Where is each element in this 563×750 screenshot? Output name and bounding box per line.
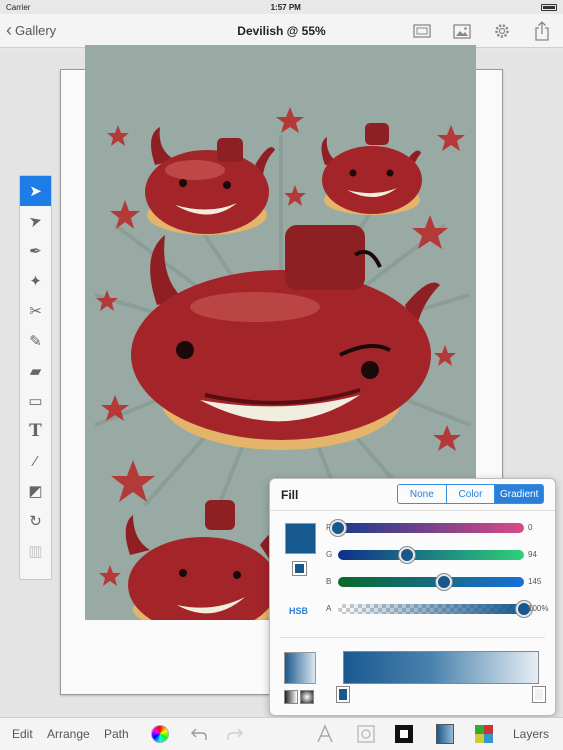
channel-value-r: 0 [528, 523, 533, 532]
gradient-stop-end[interactable] [532, 686, 546, 703]
text-tool-icon[interactable]: T [20, 416, 51, 446]
rotate-tool-icon[interactable]: ↻ [20, 506, 51, 536]
devil-bottom [125, 500, 280, 620]
slider-knob[interactable] [330, 520, 346, 536]
bottom-toolbar: Edit Arrange Path Layers [0, 717, 563, 750]
devil-top-right [321, 123, 422, 215]
stroke-icon[interactable] [393, 723, 415, 745]
text-style-icon[interactable] [314, 723, 336, 745]
carrier-label: Carrier [6, 2, 31, 12]
radial-gradient-button[interactable] [300, 690, 314, 704]
slider-a[interactable] [338, 601, 532, 617]
current-color-swatch[interactable] [285, 523, 316, 554]
trash-icon[interactable]: ▥ [20, 536, 51, 566]
linear-gradient-button[interactable] [284, 690, 298, 704]
channel-value-a: 100% [528, 604, 549, 613]
channel-value-g: 94 [528, 550, 537, 559]
divider [270, 510, 555, 511]
gradient-tool-icon[interactable]: ◩ [20, 476, 51, 506]
divider [280, 637, 545, 638]
gear-icon[interactable] [491, 20, 513, 42]
color-stop-swatch[interactable] [292, 561, 307, 576]
channel-value-b: 145 [528, 577, 542, 586]
fill-panel: Fill None Color Gradient HSB R 0 G 94 B 145 A 1… [269, 478, 556, 716]
layers-button[interactable]: Layers [513, 727, 549, 741]
fullscreen-icon[interactable] [411, 20, 433, 42]
edit-button[interactable]: Edit [12, 727, 33, 741]
fill-mode-segmented-control: None Color Gradient [397, 484, 544, 504]
gradient-preview-swatch[interactable] [284, 652, 316, 684]
fill-panel-title: Fill [281, 488, 299, 502]
toolbox: ➤ ➤ ✒ ✦ ✂ ✎ ▰ ▭ T ⁄ ◩ ↻ ▥ [19, 175, 52, 580]
slider-b[interactable] [338, 574, 524, 590]
channel-label-g: G [326, 550, 333, 559]
status-time: 1:57 PM [270, 2, 301, 12]
gradient-bar[interactable] [343, 651, 539, 684]
image-icon[interactable] [451, 20, 473, 42]
direct-selection-tool-icon[interactable]: ➤ [17, 202, 55, 239]
fill-mode-color[interactable]: Color [445, 485, 495, 503]
devil-center [131, 225, 440, 450]
channel-label-a: A [326, 604, 332, 613]
share-icon[interactable] [531, 20, 553, 42]
channel-label-b: B [326, 577, 332, 586]
effects-icon[interactable] [355, 723, 377, 745]
arrange-button[interactable]: Arrange [47, 727, 90, 741]
nav-bar: ‹ Gallery Devilish @ 55% [0, 14, 563, 48]
slider-knob[interactable] [398, 547, 415, 563]
hsb-toggle-button[interactable]: HSB [289, 606, 308, 616]
path-button[interactable]: Path [104, 727, 129, 741]
undo-icon[interactable] [188, 723, 210, 745]
slider-knob[interactable] [435, 574, 452, 590]
slider-g[interactable] [338, 547, 524, 563]
status-bar: Carrier 1:57 PM [0, 0, 563, 14]
swatches-icon[interactable] [473, 723, 495, 745]
fill-mode-none[interactable]: None [398, 485, 446, 503]
color-wheel-icon[interactable] [149, 723, 171, 745]
add-anchor-tool-icon[interactable]: ✦ [20, 266, 51, 296]
battery-icon [541, 3, 557, 11]
fill-icon[interactable] [434, 723, 456, 745]
gradient-stop-start[interactable] [336, 686, 350, 703]
slider-r[interactable] [330, 520, 524, 536]
rectangle-tool-icon[interactable]: ▭ [20, 386, 51, 416]
scissors-tool-icon[interactable]: ✂ [20, 296, 51, 326]
pen-tool-icon[interactable]: ✒ [20, 236, 51, 266]
fill-mode-gradient[interactable]: Gradient [494, 485, 543, 503]
devil-top-left [145, 127, 275, 235]
redo-icon[interactable] [224, 723, 246, 745]
eraser-tool-icon[interactable]: ▰ [20, 356, 51, 386]
eyedropper-tool-icon[interactable]: ⁄ [20, 446, 51, 476]
brush-tool-icon[interactable]: ✎ [20, 326, 51, 356]
